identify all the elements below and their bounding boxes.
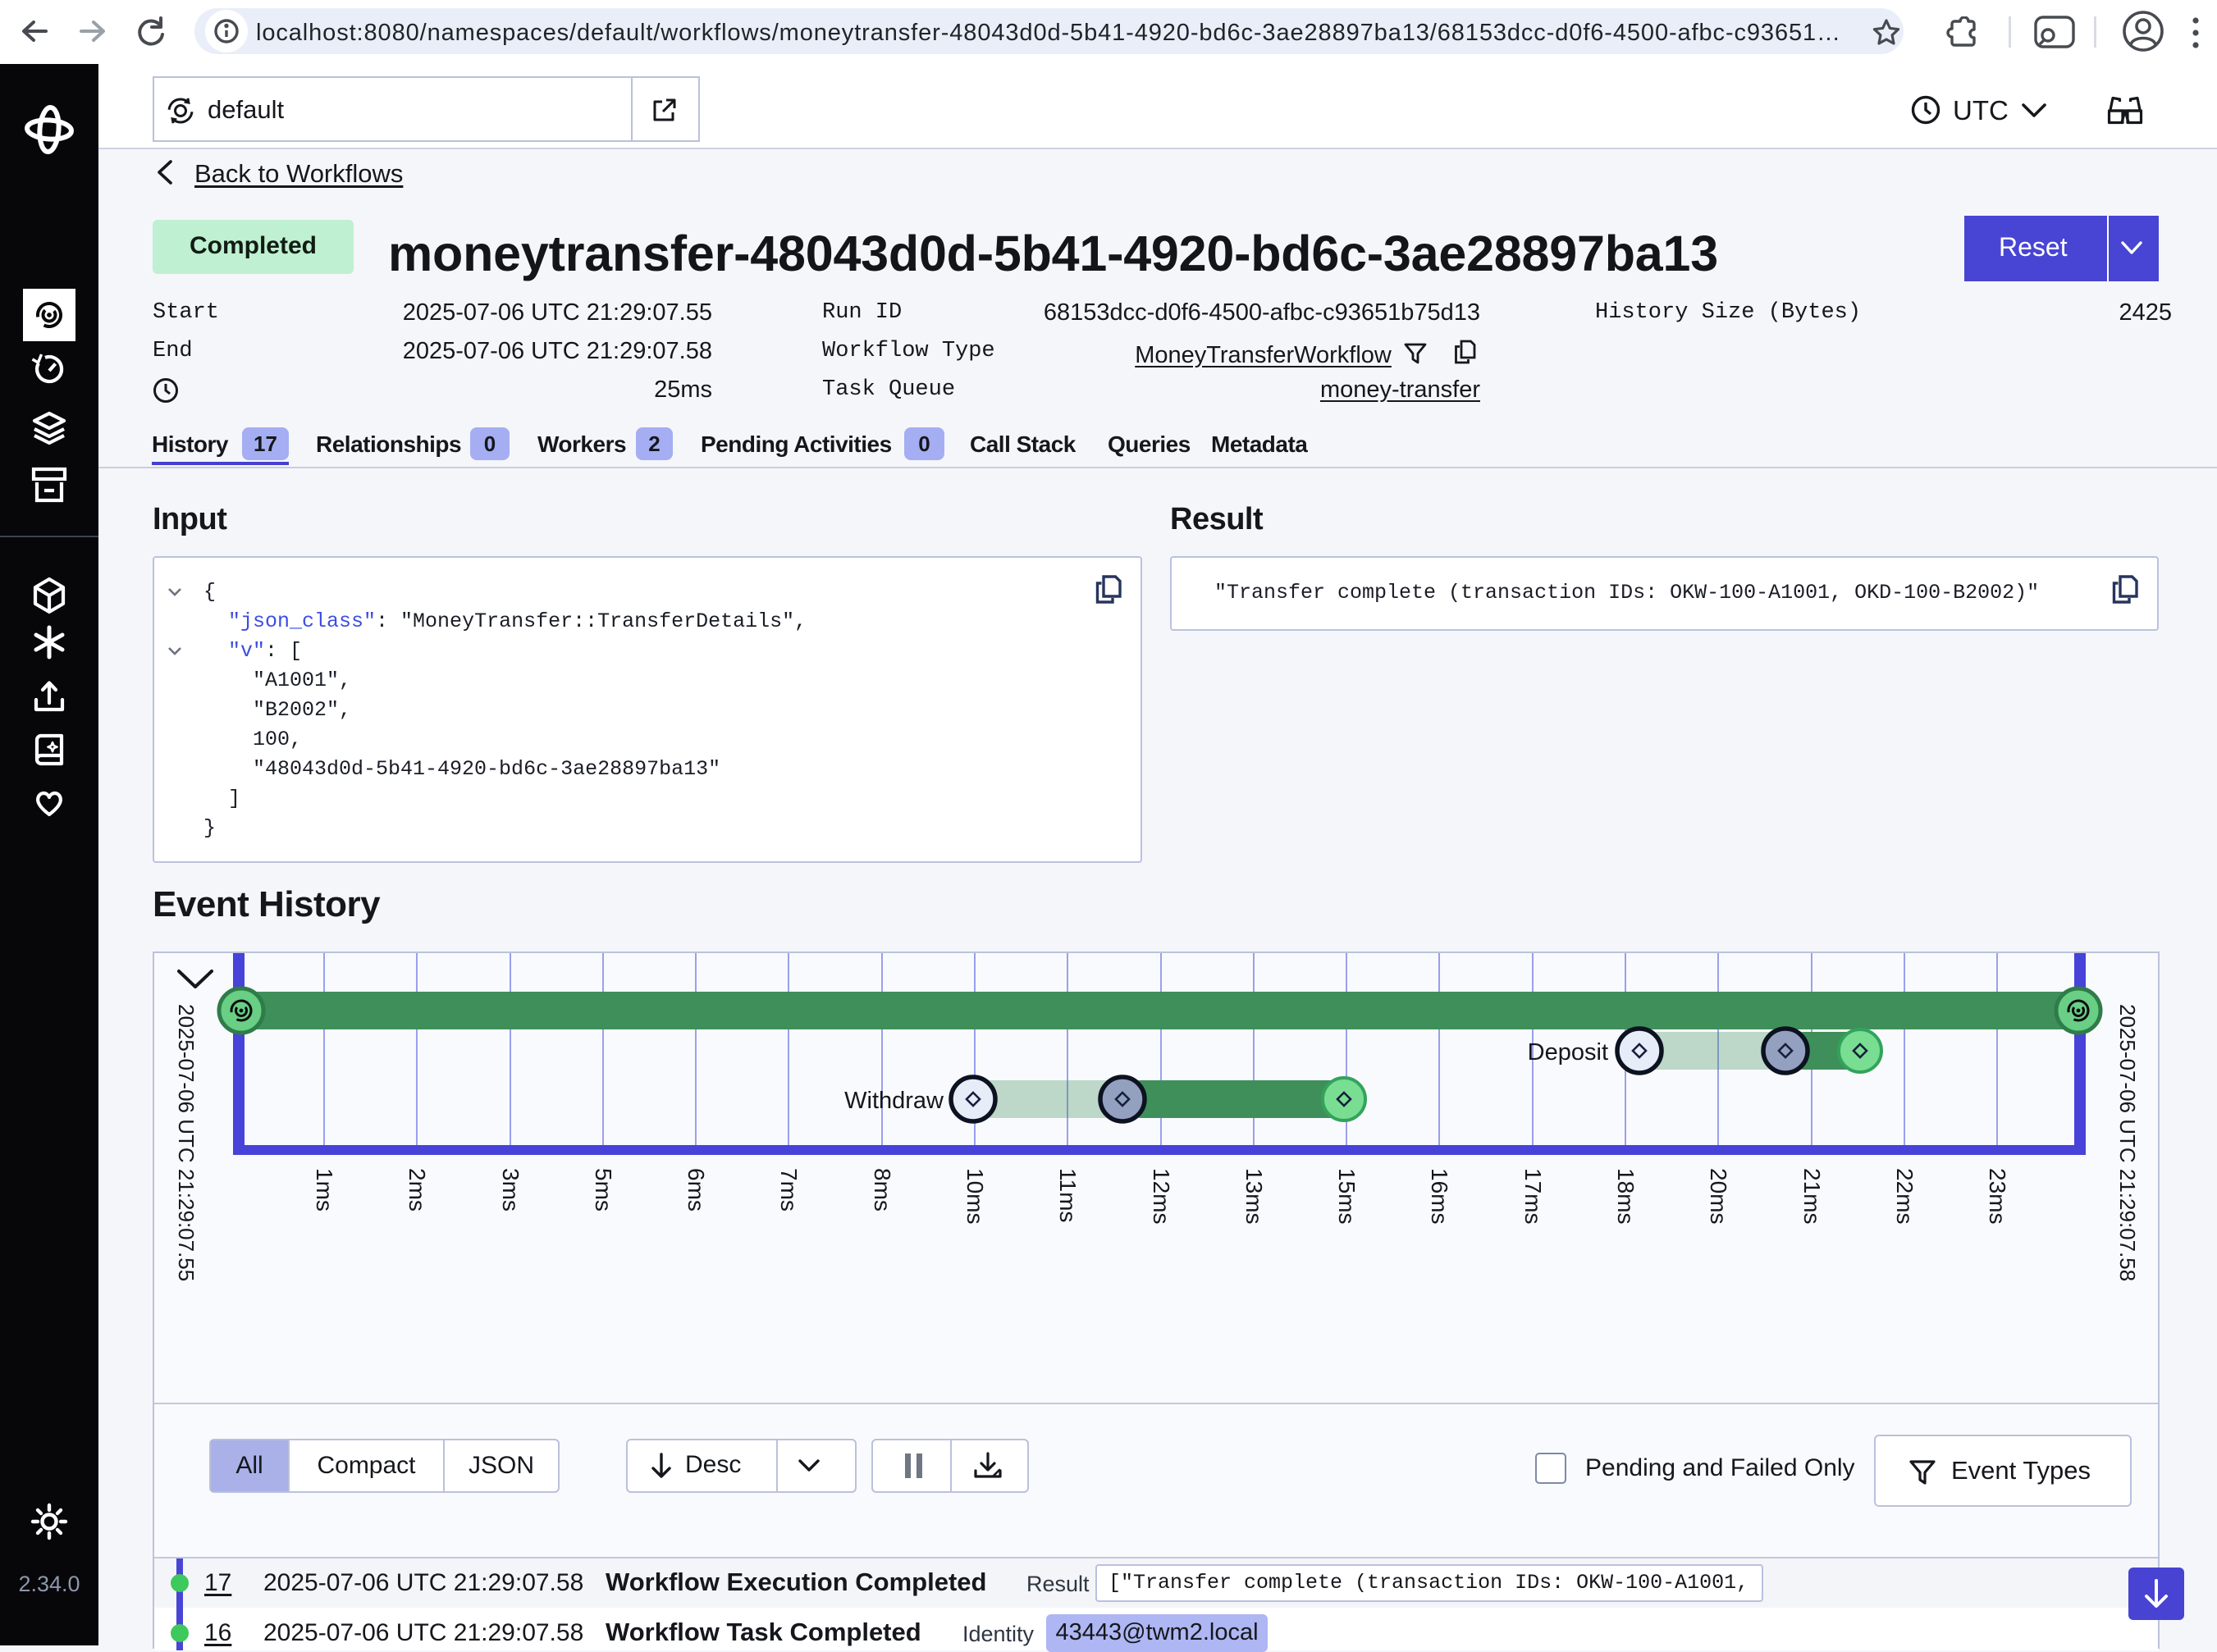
svg-text:2025-07-06 UTC 21:29:07.58: 2025-07-06 UTC 21:29:07.58: [2115, 1004, 2140, 1281]
svg-text:20ms: 20ms: [1706, 1168, 1731, 1224]
svg-text:Withdraw: Withdraw: [844, 1088, 944, 1114]
svg-text:6ms: 6ms: [683, 1168, 709, 1212]
svg-text:17ms: 17ms: [1520, 1168, 1546, 1224]
svg-text:21ms: 21ms: [1799, 1168, 1825, 1224]
svg-text:15ms: 15ms: [1334, 1168, 1360, 1224]
svg-text:22ms: 22ms: [1892, 1168, 1918, 1224]
svg-text:5ms: 5ms: [591, 1168, 616, 1212]
svg-text:12ms: 12ms: [1149, 1168, 1174, 1224]
svg-text:18ms: 18ms: [1613, 1168, 1639, 1224]
svg-text:16ms: 16ms: [1427, 1168, 1452, 1224]
svg-text:13ms: 13ms: [1241, 1168, 1267, 1224]
svg-text:Deposit: Deposit: [1528, 1039, 1608, 1066]
svg-text:1ms: 1ms: [312, 1168, 337, 1212]
svg-text:7ms: 7ms: [776, 1168, 802, 1212]
svg-text:23ms: 23ms: [1985, 1168, 2010, 1224]
svg-text:2ms: 2ms: [405, 1168, 430, 1212]
svg-text:8ms: 8ms: [870, 1168, 895, 1212]
svg-text:11ms: 11ms: [1055, 1168, 1081, 1222]
svg-text:2025-07-06 UTC 21:29:07.55: 2025-07-06 UTC 21:29:07.55: [174, 1004, 199, 1281]
svg-text:10ms: 10ms: [962, 1168, 988, 1224]
svg-text:3ms: 3ms: [498, 1168, 523, 1212]
